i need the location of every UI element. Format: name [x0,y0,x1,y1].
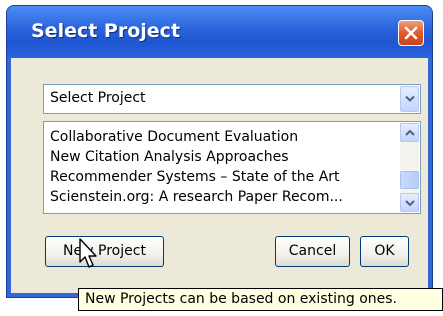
scroll-down-button[interactable] [400,193,419,212]
list-scrollbar[interactable] [400,123,419,212]
list-item[interactable]: Scienstein.org: A research Paper Recom..… [50,187,395,207]
dropdown-selected-value: Select Project [50,90,146,106]
list-item[interactable]: Recommender Systems – State of the Art [50,167,395,187]
close-button[interactable] [398,20,424,46]
chevron-down-icon [405,200,415,207]
dropdown-arrow-button[interactable] [400,86,419,112]
project-list[interactable]: Collaborative Document Evaluation New Ci… [43,121,421,214]
ok-button[interactable]: OK [360,236,409,267]
chevron-down-icon [405,95,415,102]
cancel-button[interactable]: Cancel [275,236,350,267]
chevron-up-icon [405,129,415,136]
window-title: Select Project [31,20,181,42]
title-bar[interactable]: Select Project [7,6,432,58]
dialog-body: Select Project Collaborative Document Ev… [11,58,428,293]
scroll-up-button[interactable] [400,123,419,142]
select-project-dialog: Select Project Select Project Collaborat… [6,5,433,298]
tooltip: New Projects can be based on existing on… [78,288,443,311]
scroll-thumb[interactable] [400,171,419,189]
new-project-button[interactable]: New Project [45,236,164,267]
project-select-dropdown[interactable]: Select Project [43,84,421,114]
close-icon [404,26,418,40]
list-item[interactable]: Collaborative Document Evaluation [50,127,395,147]
list-item[interactable]: New Citation Analysis Approaches [50,147,395,167]
screen: Select Project Select Project Collaborat… [0,0,443,316]
mouse-pointer-icon [79,238,97,268]
project-list-items: Collaborative Document Evaluation New Ci… [50,127,395,207]
